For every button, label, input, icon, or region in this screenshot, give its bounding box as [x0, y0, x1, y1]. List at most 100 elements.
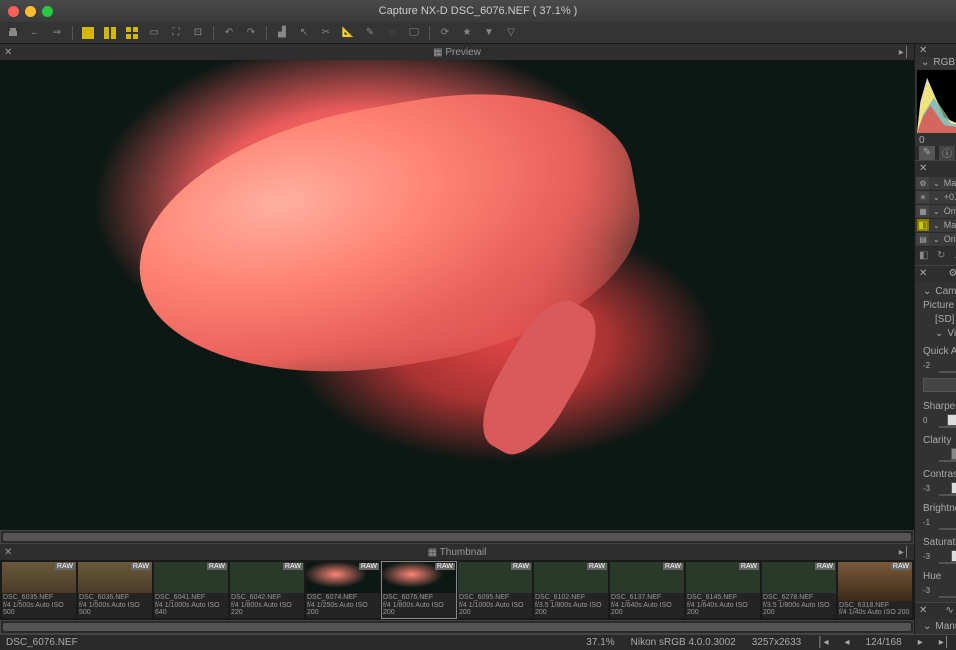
close-edit-icon[interactable]: ✕	[919, 163, 927, 174]
fullscreen-icon[interactable]: ⛶	[169, 26, 183, 40]
fit-icon[interactable]: ⊡	[191, 26, 205, 40]
brightness-slider: Brightness -1 0 1	[923, 503, 956, 530]
edit-row[interactable]: ◧⌄Manual	[915, 219, 956, 233]
pc-vivid-dropdown[interactable]: ⌄Vivid	[923, 328, 956, 339]
sharpening-track[interactable]: 4	[939, 414, 956, 428]
rotate-left-icon[interactable]: ↶	[222, 26, 236, 40]
brightness-track[interactable]: 0	[939, 516, 956, 530]
view-grid-icon[interactable]	[125, 26, 139, 40]
settings-icon: ⚙	[948, 268, 956, 279]
pc-standard: [SD] STANDARD	[923, 314, 956, 325]
histogram-min: 0	[919, 135, 925, 146]
close-pc-icon[interactable]: ✕	[919, 268, 927, 279]
window-title: Capture NX-D DSC_6076.NEF ( 37.1% )	[0, 5, 956, 17]
reset-button[interactable]: Reset	[923, 378, 956, 392]
thumbnail-hscrollbar[interactable]	[0, 620, 914, 634]
collapse-thumbnail-icon[interactable]: ▸│	[899, 547, 910, 558]
close-thumbnail-icon[interactable]: ✕	[4, 547, 12, 558]
quick-adjust-track[interactable]: 0	[939, 359, 956, 373]
rotate-right-icon[interactable]: ↷	[244, 26, 258, 40]
eyedropper-icon[interactable]: ✎	[363, 26, 377, 40]
edit-row[interactable]: ☀⌄+0.0ev	[915, 191, 956, 205]
histogram-icon[interactable]: ▟	[275, 26, 289, 40]
clarity-track: 0.00	[939, 448, 956, 462]
thumbnail-image: RAW	[154, 562, 228, 593]
next-image-icon[interactable]: ▸│	[939, 637, 950, 648]
straighten-icon[interactable]: 📐	[341, 26, 355, 40]
thumbnail-image: RAW	[2, 562, 76, 593]
edit-tools-row: ◧ ↻ ⟋ ▯ ∿ ◐ ⌇ ↩	[915, 247, 956, 265]
raw-badge: RAW	[207, 563, 227, 570]
edit-row-label: Original	[944, 234, 956, 244]
thumbnail-item[interactable]: RAWDSC_6095.NEFf/4 1/1000s Auto ISO 200	[458, 562, 532, 618]
preview-hscrollbar[interactable]	[0, 530, 914, 544]
star-icon[interactable]: ★	[460, 26, 474, 40]
print-icon[interactable]	[6, 26, 20, 40]
sync-icon[interactable]: ⟳	[438, 26, 452, 40]
close-preview-icon[interactable]: ✕	[4, 47, 12, 58]
thumbnail-caption: DSC_6145.NEFf/4 1/640s Auto ISO 200	[686, 593, 760, 618]
hue-track[interactable]: 0	[939, 584, 956, 598]
clarity-label: Clarity	[923, 435, 951, 446]
thumbnail-caption: DSC_6095.NEFf/4 1/1000s Auto ISO 200	[458, 593, 532, 618]
saturation-track[interactable]: 0	[939, 550, 956, 564]
levels-curves-header[interactable]: ✕ ∿ Levels & Curves ↩	[915, 603, 956, 619]
histogram-channel-row[interactable]: ⌄ RGB	[915, 57, 956, 68]
crop-icon[interactable]: ✂	[319, 26, 333, 40]
thumbnail-item[interactable]: RAWDSC_6042.NEFf/4 1/800s Auto ISO 220	[230, 562, 304, 618]
thumbnail-item[interactable]: RAWDSC_6145.NEFf/4 1/640s Auto ISO 200	[686, 562, 760, 618]
thumbnail-panel-header: ✕ ▦ Thumbnail ▸│	[0, 544, 914, 560]
tool-rotate-icon[interactable]: ↻	[937, 250, 949, 262]
edit-row[interactable]: ▦⌄Original	[915, 205, 956, 219]
label-icon[interactable]: ▼	[482, 26, 496, 40]
filter-icon[interactable]: ▽	[504, 26, 518, 40]
raw-badge: RAW	[435, 563, 455, 570]
thumbnail-item[interactable]: RAWDSC_6035.NEFf/4 1/500s Auto ISO 500	[2, 562, 76, 618]
edit-row[interactable]: ⚙⌄Manual	[915, 177, 956, 191]
thumbnail-item[interactable]: RAWDSC_6137.NEFf/4 1/640s Auto ISO 200	[610, 562, 684, 618]
edit-row-label: +0.0ev	[944, 192, 956, 202]
histogram-channel: RGB	[933, 57, 955, 68]
view-thumbnails-icon[interactable]	[81, 26, 95, 40]
thumbnail-item[interactable]: RAWDSC_6076.NEFf/4 1/800s Auto ISO 200	[382, 562, 456, 618]
thumbnail-caption: DSC_6318.NEFf/4 1/40s Auto ISO 200	[838, 601, 912, 618]
thumbnail-item[interactable]: RAWDSC_6102.NEFf/3.5 1/800s Auto ISO 200	[534, 562, 608, 618]
forward-icon[interactable]: ⇒	[50, 26, 64, 40]
thumbnail-item[interactable]: RAWDSC_6074.NEFf/4 1/250s Auto ISO 200	[306, 562, 380, 618]
preview-viewport[interactable]	[0, 60, 914, 530]
raw-badge: RAW	[891, 563, 911, 570]
thumbnail-caption: DSC_6041.NEFf/4 1/1000s Auto ISO 640	[154, 593, 228, 618]
camera-compatible-row[interactable]: ⌄Camera compatible	[923, 286, 956, 297]
thumbnail-image: RAW	[610, 562, 684, 593]
next-icon[interactable]: ▸	[918, 637, 923, 648]
prev-image-icon[interactable]: │◂	[817, 637, 828, 648]
thumbnail-strip[interactable]: RAWDSC_6035.NEFf/4 1/500s Auto ISO 500RA…	[0, 560, 914, 620]
back-icon[interactable]: ←	[28, 26, 42, 40]
close-lc-icon[interactable]: ✕	[919, 605, 927, 616]
thumbnail-caption: DSC_6278.NEFf/3.5 1/800s Auto ISO 200	[762, 593, 836, 618]
edit-row[interactable]: ▤⌄Original	[915, 233, 956, 247]
contrast-track[interactable]: 0	[939, 482, 956, 496]
edit-row-label: Manual	[944, 220, 956, 230]
lc-manual-row[interactable]: ⌄Manual	[915, 619, 956, 634]
saturation-slider: Saturation -3 0 3 Auto	[923, 537, 956, 564]
thumbnail-item[interactable]: RAWDSC_6036.NEFf/4 1/500s Auto ISO 500	[78, 562, 152, 618]
pointer-icon[interactable]: ↖	[297, 26, 311, 40]
chevron-down-icon: ⌄	[921, 57, 929, 68]
picture-control-label-row: Picture Control	[923, 300, 956, 311]
view-split-icon[interactable]	[103, 26, 117, 40]
prev-icon[interactable]: ◂	[845, 637, 850, 648]
monitor-icon[interactable]: 🖵	[407, 26, 421, 40]
preview-image	[0, 60, 914, 530]
thumbnail-item[interactable]: RAWDSC_6278.NEFf/3.5 1/800s Auto ISO 200	[762, 562, 836, 618]
close-histogram-icon[interactable]: ✕	[919, 45, 927, 56]
point-icon[interactable]: ◌	[385, 26, 399, 40]
thumbnail-item[interactable]: RAW DSC_6041.NEFf/4 1/1000s Auto ISO 640	[154, 562, 228, 618]
histogram-chart	[917, 70, 956, 133]
tab-adjustments[interactable]: ✎	[919, 146, 935, 160]
thumbnail-item[interactable]: RAW DSC_6318.NEFf/4 1/40s Auto ISO 200	[838, 562, 912, 618]
tab-metadata[interactable]: ⓘ	[939, 146, 955, 160]
view-compare-icon[interactable]: ▭	[147, 26, 161, 40]
tool-crop-icon[interactable]: ◧	[919, 250, 931, 262]
collapse-preview-icon[interactable]: ▸│	[899, 47, 910, 58]
